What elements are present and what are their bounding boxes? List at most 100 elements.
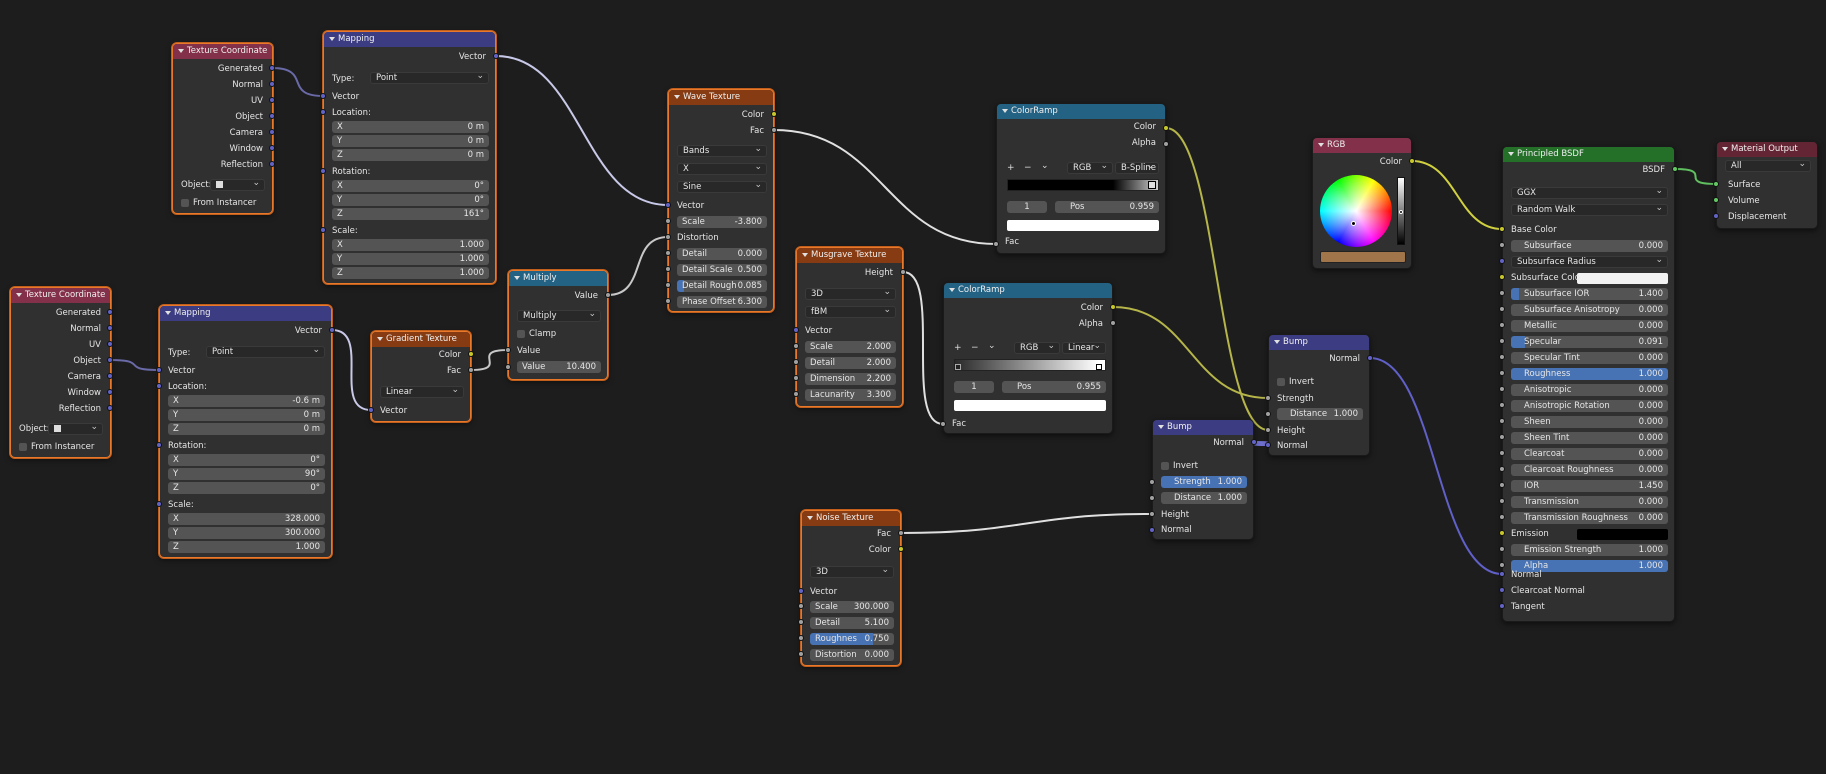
add-stop-button[interactable]: + bbox=[1007, 163, 1015, 173]
node-socket[interactable] bbox=[605, 292, 611, 298]
detail-field[interactable]: Detail 2.000 bbox=[805, 357, 896, 369]
mapping-type-dropdown[interactable]: Point bbox=[206, 346, 325, 358]
node-socket[interactable] bbox=[320, 109, 326, 115]
distance-field[interactable]: Distance 1.000 bbox=[1277, 408, 1363, 420]
stop-color-swatch[interactable] bbox=[1007, 220, 1159, 231]
node-socket[interactable] bbox=[1110, 304, 1116, 310]
interpolation-dropdown[interactable]: Linear bbox=[1062, 342, 1106, 354]
dimension-field[interactable]: Dimension 2.200 bbox=[805, 373, 896, 385]
node-socket[interactable] bbox=[269, 81, 275, 87]
clamp-checkbox[interactable] bbox=[517, 330, 525, 338]
scale-y-field[interactable]: Y 300.000 bbox=[168, 527, 325, 539]
node-socket[interactable] bbox=[1499, 562, 1505, 568]
distance-field[interactable]: Distance 1.000 bbox=[1161, 492, 1247, 504]
node-link[interactable] bbox=[1674, 168, 1717, 185]
node-socket[interactable] bbox=[1499, 450, 1505, 456]
node-socket[interactable] bbox=[898, 530, 904, 536]
node-socket[interactable] bbox=[1499, 306, 1505, 312]
scale-field[interactable]: Scale -3.800 bbox=[677, 216, 767, 228]
node-socket[interactable] bbox=[505, 364, 511, 370]
bump-node-2[interactable]: Bump Normal Invert Strength Distance 1.00… bbox=[1268, 334, 1370, 456]
node-socket[interactable] bbox=[1149, 479, 1155, 485]
node-socket[interactable] bbox=[107, 373, 113, 379]
node-socket[interactable] bbox=[269, 97, 275, 103]
stop-index-field[interactable]: 1 bbox=[1007, 201, 1047, 213]
node-link[interactable] bbox=[109, 359, 160, 371]
bsdf-property-field[interactable]: Sheen Tint 0.000 bbox=[1511, 432, 1668, 444]
dimensions-dropdown[interactable]: 3D bbox=[810, 566, 894, 578]
node-socket[interactable] bbox=[993, 241, 999, 247]
node-socket[interactable] bbox=[107, 389, 113, 395]
node-link[interactable] bbox=[331, 329, 372, 411]
wave-profile-dropdown[interactable]: Sine bbox=[677, 181, 767, 193]
bsdf-property-field[interactable]: Clearcoat 0.000 bbox=[1511, 448, 1668, 460]
scale-x-field[interactable]: X 328.000 bbox=[168, 513, 325, 525]
remove-stop-button[interactable]: − bbox=[971, 343, 979, 353]
invert-checkbox[interactable] bbox=[1161, 462, 1169, 470]
subsurface-method-dropdown[interactable]: Random Walk bbox=[1511, 204, 1668, 216]
node-socket[interactable] bbox=[107, 341, 113, 347]
node-socket[interactable] bbox=[1149, 511, 1155, 517]
interpolation-dropdown[interactable]: B-Spline bbox=[1115, 162, 1159, 174]
node-socket[interactable] bbox=[1367, 355, 1373, 361]
musgrave-texture-node[interactable]: Musgrave Texture Height 3D fBM Vector Sc… bbox=[796, 247, 903, 407]
strength-field[interactable]: Strength 1.000 bbox=[1161, 476, 1247, 488]
color-mode-dropdown[interactable]: RGB bbox=[1014, 342, 1060, 354]
node-link[interactable] bbox=[1369, 357, 1503, 575]
dimensions-dropdown[interactable]: 3D bbox=[805, 288, 896, 300]
ramp-menu-button[interactable]: ⌄ bbox=[988, 341, 996, 351]
scale-z-field[interactable]: Z 1.000 bbox=[332, 267, 489, 279]
node-link[interactable] bbox=[607, 236, 669, 296]
node-socket[interactable] bbox=[1499, 571, 1505, 577]
principled-bsdf-node[interactable]: Principled BSDF BSDF GGX Random Walk Bas… bbox=[1502, 146, 1675, 622]
node-socket[interactable] bbox=[1163, 125, 1169, 131]
scale-x-field[interactable]: X 1.000 bbox=[332, 239, 489, 251]
rotation-y-field[interactable]: Y 0° bbox=[332, 194, 489, 206]
node-socket[interactable] bbox=[665, 202, 671, 208]
node-link[interactable] bbox=[900, 513, 1153, 534]
node-socket[interactable] bbox=[156, 501, 162, 507]
node-socket[interactable] bbox=[1499, 354, 1505, 360]
rotation-y-field[interactable]: Y 90° bbox=[168, 468, 325, 480]
bsdf-property-field[interactable]: Transmission 0.000 bbox=[1511, 496, 1668, 508]
node-socket[interactable] bbox=[798, 651, 804, 657]
node-socket[interactable] bbox=[329, 327, 335, 333]
node-header[interactable]: Noise Texture bbox=[802, 511, 900, 526]
node-header[interactable]: Musgrave Texture bbox=[797, 248, 902, 263]
bsdf-color-swatch[interactable] bbox=[1577, 273, 1668, 284]
bsdf-property-field[interactable]: IOR 1.450 bbox=[1511, 480, 1668, 492]
math-operation-dropdown[interactable]: Multiply bbox=[517, 310, 601, 322]
node-link[interactable] bbox=[495, 55, 669, 206]
node-socket[interactable] bbox=[1499, 258, 1505, 264]
node-socket[interactable] bbox=[1110, 320, 1116, 326]
node-socket[interactable] bbox=[269, 65, 275, 71]
node-header[interactable]: Mapping bbox=[160, 306, 331, 321]
rgb-color-swatch[interactable] bbox=[1320, 251, 1406, 263]
node-socket[interactable] bbox=[269, 161, 275, 167]
node-link[interactable] bbox=[773, 129, 997, 245]
node-socket[interactable] bbox=[107, 325, 113, 331]
node-socket[interactable] bbox=[468, 351, 474, 357]
lacunarity-field[interactable]: Lacunarity 3.300 bbox=[805, 389, 896, 401]
node-link[interactable] bbox=[470, 349, 509, 371]
node-socket[interactable] bbox=[1499, 530, 1505, 536]
detail-scale-field[interactable]: Detail Scale 0.500 bbox=[677, 264, 767, 276]
invert-checkbox[interactable] bbox=[1277, 378, 1285, 386]
bsdf-property-field[interactable]: Sheen 0.000 bbox=[1511, 416, 1668, 428]
node-socket[interactable] bbox=[468, 367, 474, 373]
distribution-dropdown[interactable]: GGX bbox=[1511, 187, 1668, 199]
node-socket[interactable] bbox=[1499, 603, 1505, 609]
color-ramp-gradient[interactable] bbox=[954, 359, 1106, 371]
wave-direction-dropdown[interactable]: X bbox=[677, 163, 767, 175]
rotation-x-field[interactable]: X 0° bbox=[332, 180, 489, 192]
node-socket[interactable] bbox=[1265, 395, 1271, 401]
node-socket[interactable] bbox=[368, 407, 374, 413]
node-socket[interactable] bbox=[1499, 242, 1505, 248]
bsdf-property-field[interactable]: Clearcoat Roughness 0.000 bbox=[1511, 464, 1668, 476]
node-socket[interactable] bbox=[1149, 527, 1155, 533]
bsdf-property-field[interactable]: Transmission Roughness 0.000 bbox=[1511, 512, 1668, 524]
location-x-field[interactable]: X -0.6 m bbox=[168, 395, 325, 407]
detail-field[interactable]: Detail 5.100 bbox=[810, 617, 894, 629]
node-header[interactable]: Wave Texture bbox=[669, 90, 773, 105]
node-socket[interactable] bbox=[665, 250, 671, 256]
